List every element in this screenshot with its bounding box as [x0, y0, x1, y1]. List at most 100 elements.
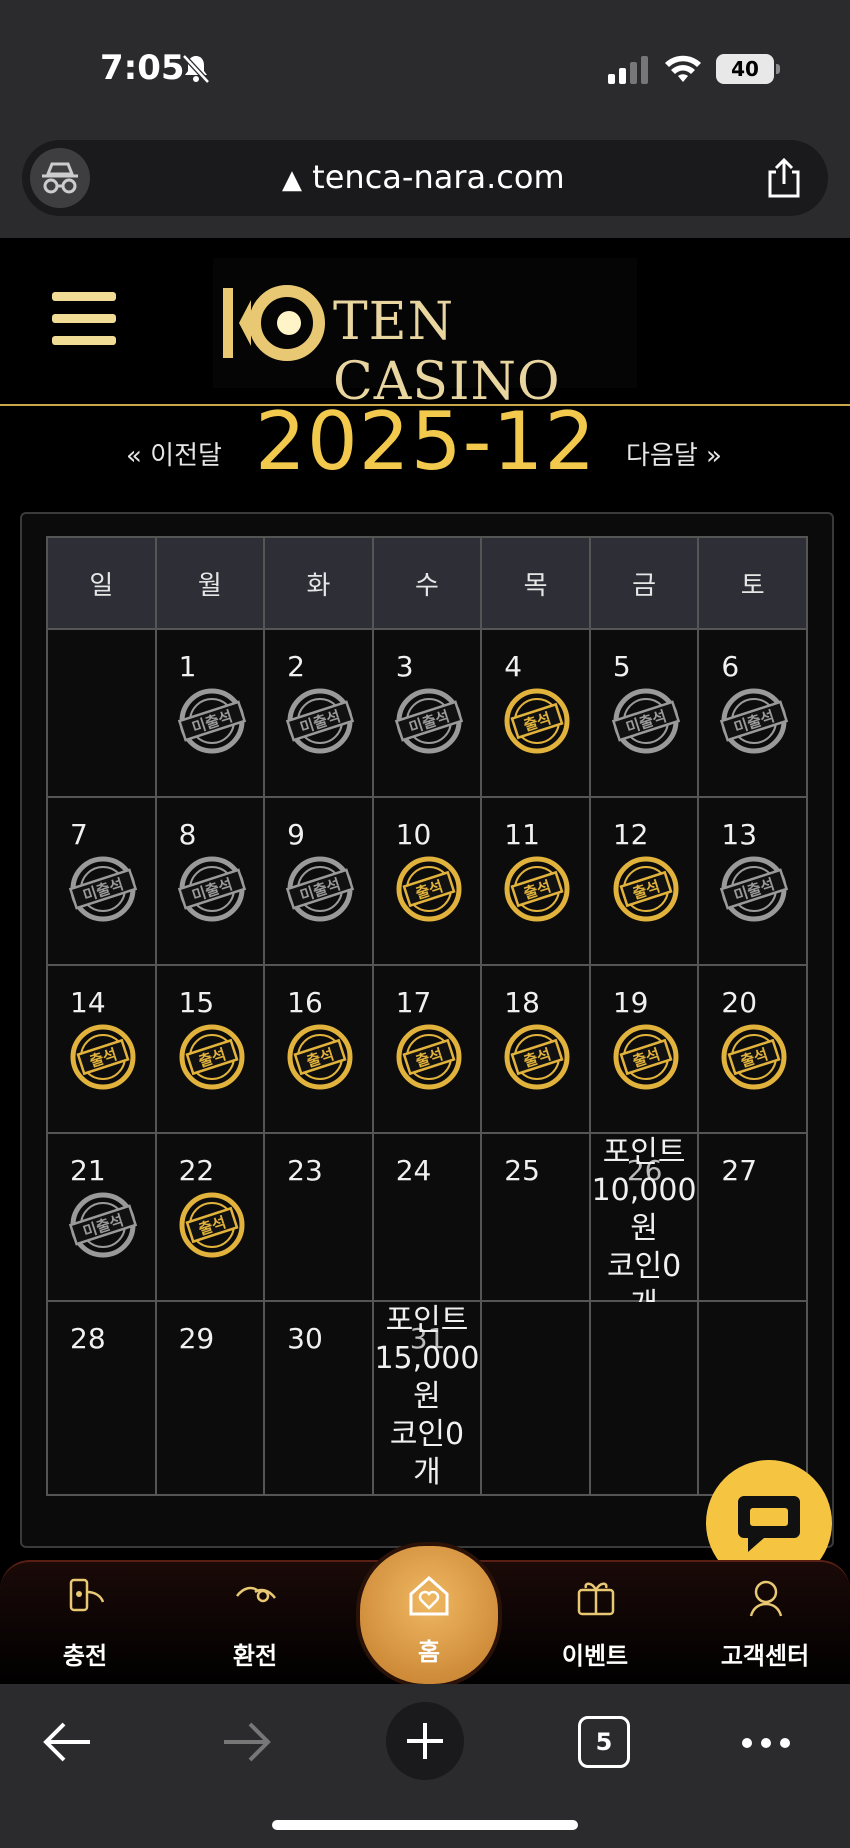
menu-icon[interactable] [52, 292, 116, 348]
support-icon [749, 1580, 783, 1617]
nav-home[interactable]: 홈 [356, 1542, 502, 1688]
private-mode-button[interactable] [30, 148, 90, 208]
plus-icon [407, 1723, 443, 1759]
day-number: 13 [721, 818, 758, 851]
calendar-day-cell[interactable]: 1 미출석 [154, 628, 266, 798]
attended-stamp-icon: 출석 [504, 688, 570, 754]
day-number: 24 [395, 1154, 432, 1187]
absent-stamp-icon: 미출석 [720, 856, 789, 922]
calendar-day-cell[interactable]: 9 미출석 [263, 796, 374, 966]
home-heart-icon [409, 1575, 449, 1616]
calendar-day-cell[interactable]: 19 출석 [588, 964, 700, 1134]
calendar-day-cell[interactable]: 22 출석 [154, 1132, 266, 1302]
clock: 7:05 [100, 48, 185, 88]
calendar-day-cell[interactable]: 24 [371, 1132, 483, 1302]
nav-home-label: 홈 [417, 1638, 441, 1666]
day-number: 15 [178, 986, 215, 1019]
site-header: TEN CASINO [0, 238, 850, 412]
day-number: 4 [504, 650, 523, 683]
url-pill[interactable]: ▲ tenca-nara.com [22, 140, 828, 216]
calendar-day-cell[interactable]: 6 미출석 [697, 628, 808, 798]
calendar-day-cell[interactable]: 27 [697, 1132, 808, 1302]
calendar-day-cell[interactable]: 11 출석 [480, 796, 591, 966]
nav-charge-label: 충전 [62, 1642, 108, 1670]
calendar-week-row: 28 29 30 31 포인트 15,000 원 코인0 개 [46, 1300, 808, 1496]
reward-note-line: 포인트 [602, 1135, 686, 1170]
attended-stamp-icon: 출석 [613, 856, 679, 922]
calendar-day-cell[interactable]: 15 출석 [154, 964, 266, 1134]
prev-month-link[interactable]: « 이전달 [126, 435, 222, 472]
reward-note-line: 개 [413, 1455, 441, 1490]
absent-stamp-icon: 미출석 [177, 856, 246, 922]
site-logo[interactable]: TEN CASINO [213, 258, 637, 412]
nav-support-label: 고객센터 [720, 1642, 810, 1670]
attended-stamp-icon: 출석 [179, 1024, 245, 1090]
incognito-icon [42, 162, 78, 194]
status-bar: 7:05 40 [0, 0, 850, 140]
attended-stamp-icon: 출석 [721, 1024, 787, 1090]
calendar-day-cell[interactable]: 10 출석 [371, 796, 483, 966]
day-number: 12 [612, 818, 649, 851]
new-tab-button[interactable] [386, 1702, 464, 1780]
calendar-day-cell[interactable]: 12 출석 [588, 796, 700, 966]
calendar-day-cell[interactable]: 25 [480, 1132, 591, 1302]
attendance-calendar: 일 월 화 수 목 금 토 1 미출석 2 미출석 3 미출석 4 출석 5 미출석 6 미출석 7 미출… [20, 512, 834, 1548]
calendar-day-cell [588, 1300, 700, 1496]
day-number: 19 [612, 986, 649, 1019]
nav-support[interactable]: 고객센터 [700, 1562, 830, 1686]
reward-note-line: 원 [630, 1211, 658, 1246]
calendar-day-cell[interactable]: 14 출석 [46, 964, 157, 1134]
day-number: 11 [504, 818, 540, 851]
absent-stamp-icon: 미출석 [177, 688, 246, 754]
calendar-day-cell[interactable]: 28 [46, 1300, 157, 1496]
day-number: 28 [70, 1322, 106, 1355]
attended-stamp-icon: 출석 [613, 1024, 679, 1090]
calendar-day-cell[interactable]: 23 [263, 1132, 374, 1302]
day-number: 22 [178, 1154, 215, 1187]
calendar-day-cell[interactable]: 13 미출석 [697, 796, 808, 966]
calendar-day-cell[interactable]: 2 미출석 [263, 628, 374, 798]
calendar-day-cell[interactable]: 3 미출석 [371, 628, 483, 798]
chat-bubble-icon [738, 1496, 800, 1552]
gift-icon [577, 1582, 615, 1616]
calendar-day-cell[interactable]: 7 미출석 [46, 796, 157, 966]
day-number: 29 [178, 1322, 215, 1355]
back-icon[interactable] [42, 1720, 94, 1764]
next-month-link[interactable]: 다음달 » [626, 435, 722, 472]
tabs-button[interactable]: 5 [578, 1716, 630, 1768]
weekday-thu: 목 [480, 536, 591, 630]
calendar-day-cell[interactable]: 30 [263, 1300, 374, 1496]
nav-charge[interactable]: 충전 [20, 1562, 150, 1686]
day-number: 25 [504, 1154, 540, 1187]
nav-event[interactable]: 이벤트 [530, 1562, 660, 1686]
calendar-week-row: 7 미출석 8 미출석 9 미출석 10 출석 11 출석 12 출석 13 미출석 [46, 796, 808, 966]
url-text[interactable]: ▲ tenca-nara.com [282, 158, 565, 196]
calendar-day-cell[interactable]: 17 출석 [371, 964, 483, 1134]
weekday-fri: 금 [588, 536, 700, 630]
attended-stamp-icon: 출석 [396, 1024, 462, 1090]
wifi-icon [665, 55, 701, 82]
calendar-day-cell[interactable]: 20 출석 [697, 964, 808, 1134]
calendar-day-cell[interactable]: 26포인트10,000원코인0개 [588, 1132, 700, 1322]
more-icon[interactable] [740, 1736, 792, 1750]
absent-stamp-icon: 미출석 [285, 688, 355, 754]
calendar-day-cell[interactable]: 16 출석 [263, 964, 374, 1134]
calendar-day-cell[interactable]: 21 미출석 [46, 1132, 157, 1302]
calendar-day-cell[interactable]: 4 출석 [480, 628, 591, 798]
browser-address-bar: ▲ tenca-nara.com [0, 140, 850, 238]
calendar-day-cell[interactable]: 29 [154, 1300, 266, 1496]
nav-event-label: 이벤트 [561, 1642, 629, 1670]
forward-icon[interactable] [220, 1720, 272, 1764]
calendar-day-cell [480, 1300, 591, 1496]
share-icon[interactable] [766, 158, 802, 198]
calendar-day-cell[interactable]: 8 미출석 [154, 796, 266, 966]
calendar-week-row: 21 미출석 22 출석 23 24 25 26포인트10,000원코인0개 27 [46, 1132, 808, 1322]
bell-muted-icon [182, 54, 210, 84]
calendar-day-cell[interactable]: 5 미출석 [588, 628, 700, 798]
nav-exchange[interactable]: 환전 [190, 1562, 320, 1686]
calendar-day-cell[interactable]: 18 출석 [480, 964, 591, 1134]
battery-indicator: 40 [716, 54, 780, 84]
weekday-tue: 화 [263, 536, 374, 630]
calendar-day-cell[interactable]: 31 포인트 15,000 원 코인0 개 [371, 1300, 483, 1496]
warning-icon: ▲ [282, 165, 302, 195]
